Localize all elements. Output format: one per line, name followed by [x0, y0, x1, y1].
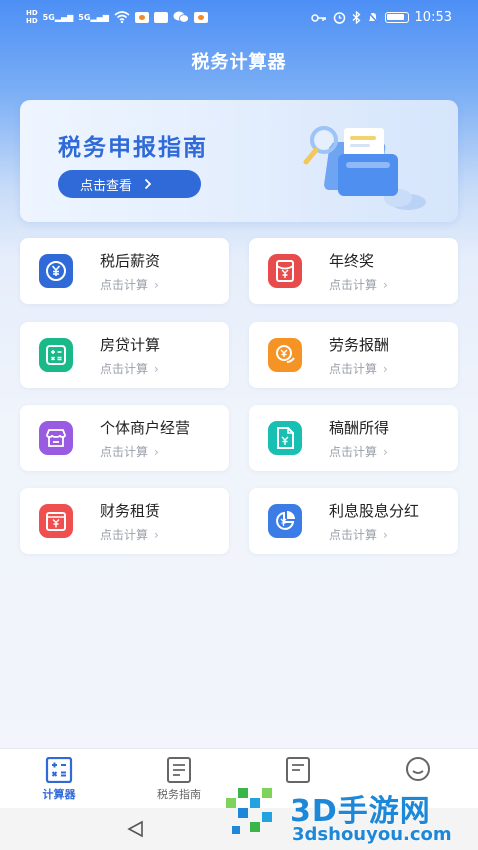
- back-triangle-icon[interactable]: [126, 819, 146, 839]
- hd-indicator: HD HD: [26, 9, 38, 25]
- card-sub: 点击计算 ›: [329, 360, 388, 377]
- wifi-icon: [114, 11, 130, 23]
- signal-5g-2: 5G▂▄▆: [78, 12, 109, 22]
- calculator-icon: [45, 757, 73, 783]
- hd-top: HD: [26, 9, 38, 17]
- card-sub-text: 点击计算: [100, 362, 149, 376]
- chevron-right-icon: ›: [154, 278, 159, 292]
- status-bar: HD HD 5G▂▄▆ 5G▂▄▆ 10:53: [0, 0, 478, 38]
- card-label: 利息股息分红: [329, 502, 420, 520]
- document-yuan-icon: [268, 421, 302, 455]
- card-sub: 点击计算 ›: [329, 276, 388, 293]
- card-sub-text: 点击计算: [100, 528, 149, 542]
- card-sub-text: 点击计算: [329, 362, 378, 376]
- tab-tax-guide[interactable]: 税务指南: [139, 757, 219, 802]
- chevron-right-icon: ›: [383, 362, 388, 376]
- status-right: 10:53: [310, 10, 452, 25]
- card-sub: 点击计算 ›: [329, 443, 388, 460]
- page-title: 税务计算器: [191, 52, 287, 73]
- brand-logo-icon: [226, 788, 272, 834]
- eye-app-icon: [134, 11, 149, 23]
- wechat-icon: [173, 11, 189, 23]
- chevron-right-icon: ›: [383, 278, 388, 292]
- eye-app-icon-2: [193, 11, 208, 23]
- card-sub-text: 点击计算: [329, 528, 378, 542]
- card-label: 财务租赁: [100, 502, 161, 520]
- card-label: 税后薪资: [100, 252, 161, 270]
- card-sub-text: 点击计算: [100, 278, 149, 292]
- mail-icon: [153, 11, 168, 23]
- card-label: 个体商户经营: [100, 419, 191, 437]
- banner-view-button[interactable]: 点击查看: [58, 170, 201, 198]
- card-interest-dividends[interactable]: 利息股息分红 点击计算 ›: [249, 488, 458, 554]
- shop-icon: [39, 421, 73, 455]
- card-labor-remuneration[interactable]: 劳务报酬 点击计算 ›: [249, 322, 458, 388]
- tab-label: 税务指南: [157, 788, 201, 801]
- key-icon: [310, 13, 326, 22]
- mute-icon: [366, 11, 379, 24]
- card-label: 房贷计算: [100, 336, 161, 354]
- card-individual-business[interactable]: 个体商户经营 点击计算 ›: [20, 405, 229, 471]
- banner-button-label: 点击查看: [80, 178, 133, 194]
- card-sub: 点击计算 ›: [100, 360, 159, 377]
- signal-label: 5G: [78, 12, 91, 22]
- chevron-right-icon: [144, 178, 152, 190]
- card-sub: 点击计算 ›: [100, 276, 159, 293]
- card-mortgage[interactable]: 房贷计算 点击计算 ›: [20, 322, 229, 388]
- banner-title: 税务申报指南: [58, 135, 208, 161]
- chevron-right-icon: ›: [383, 445, 388, 459]
- document-icon: [167, 757, 191, 783]
- card-sub-text: 点击计算: [329, 445, 378, 459]
- yuan-box-icon: [39, 504, 73, 538]
- red-envelope-icon: [268, 254, 302, 288]
- status-time: 10:53: [414, 10, 452, 25]
- tab-calculator[interactable]: 计算器: [19, 757, 99, 802]
- folder-illustration-icon: [303, 126, 426, 210]
- watermark-url: 3dshouyou.com: [292, 824, 452, 845]
- card-royalties[interactable]: 稿酬所得 点击计算 ›: [249, 405, 458, 471]
- signal-label: 5G: [42, 12, 55, 22]
- card-year-end-bonus[interactable]: 年终奖 点击计算 ›: [249, 238, 458, 304]
- card-label: 稿酬所得: [329, 419, 390, 437]
- card-label: 劳务报酬: [329, 336, 390, 354]
- chevron-right-icon: ›: [154, 528, 159, 542]
- alarm-icon: [333, 12, 345, 24]
- tab-label: 计算器: [42, 788, 76, 801]
- chevron-right-icon: ›: [154, 445, 159, 459]
- card-sub-text: 点击计算: [100, 445, 149, 459]
- pie-yuan-icon: [268, 504, 302, 538]
- status-left: HD HD 5G▂▄▆ 5G▂▄▆: [26, 9, 208, 25]
- coin-hand-icon: [268, 338, 302, 372]
- card-sub: 点击计算 ›: [100, 443, 159, 460]
- chevron-right-icon: ›: [154, 362, 159, 376]
- yuan-coin-icon: [39, 254, 73, 288]
- card-sub-text: 点击计算: [329, 278, 378, 292]
- card-label: 年终奖: [329, 252, 375, 270]
- card-after-tax-salary[interactable]: 税后薪资 点击计算 ›: [20, 238, 229, 304]
- watermark: 3D手游网 3dshouyou.com: [222, 770, 478, 850]
- battery-icon: [384, 12, 409, 23]
- calculator-icon: [39, 338, 73, 372]
- chevron-right-icon: ›: [383, 528, 388, 542]
- card-financial-leasing[interactable]: 财务租赁 点击计算 ›: [20, 488, 229, 554]
- guide-banner[interactable]: 税务申报指南 点击查看: [20, 100, 458, 222]
- card-sub: 点击计算 ›: [100, 526, 159, 543]
- card-sub: 点击计算 ›: [329, 526, 388, 543]
- bluetooth-icon: [352, 11, 361, 24]
- signal-5g-1: 5G▂▄▆: [42, 12, 74, 22]
- hd-bottom: HD: [26, 17, 38, 25]
